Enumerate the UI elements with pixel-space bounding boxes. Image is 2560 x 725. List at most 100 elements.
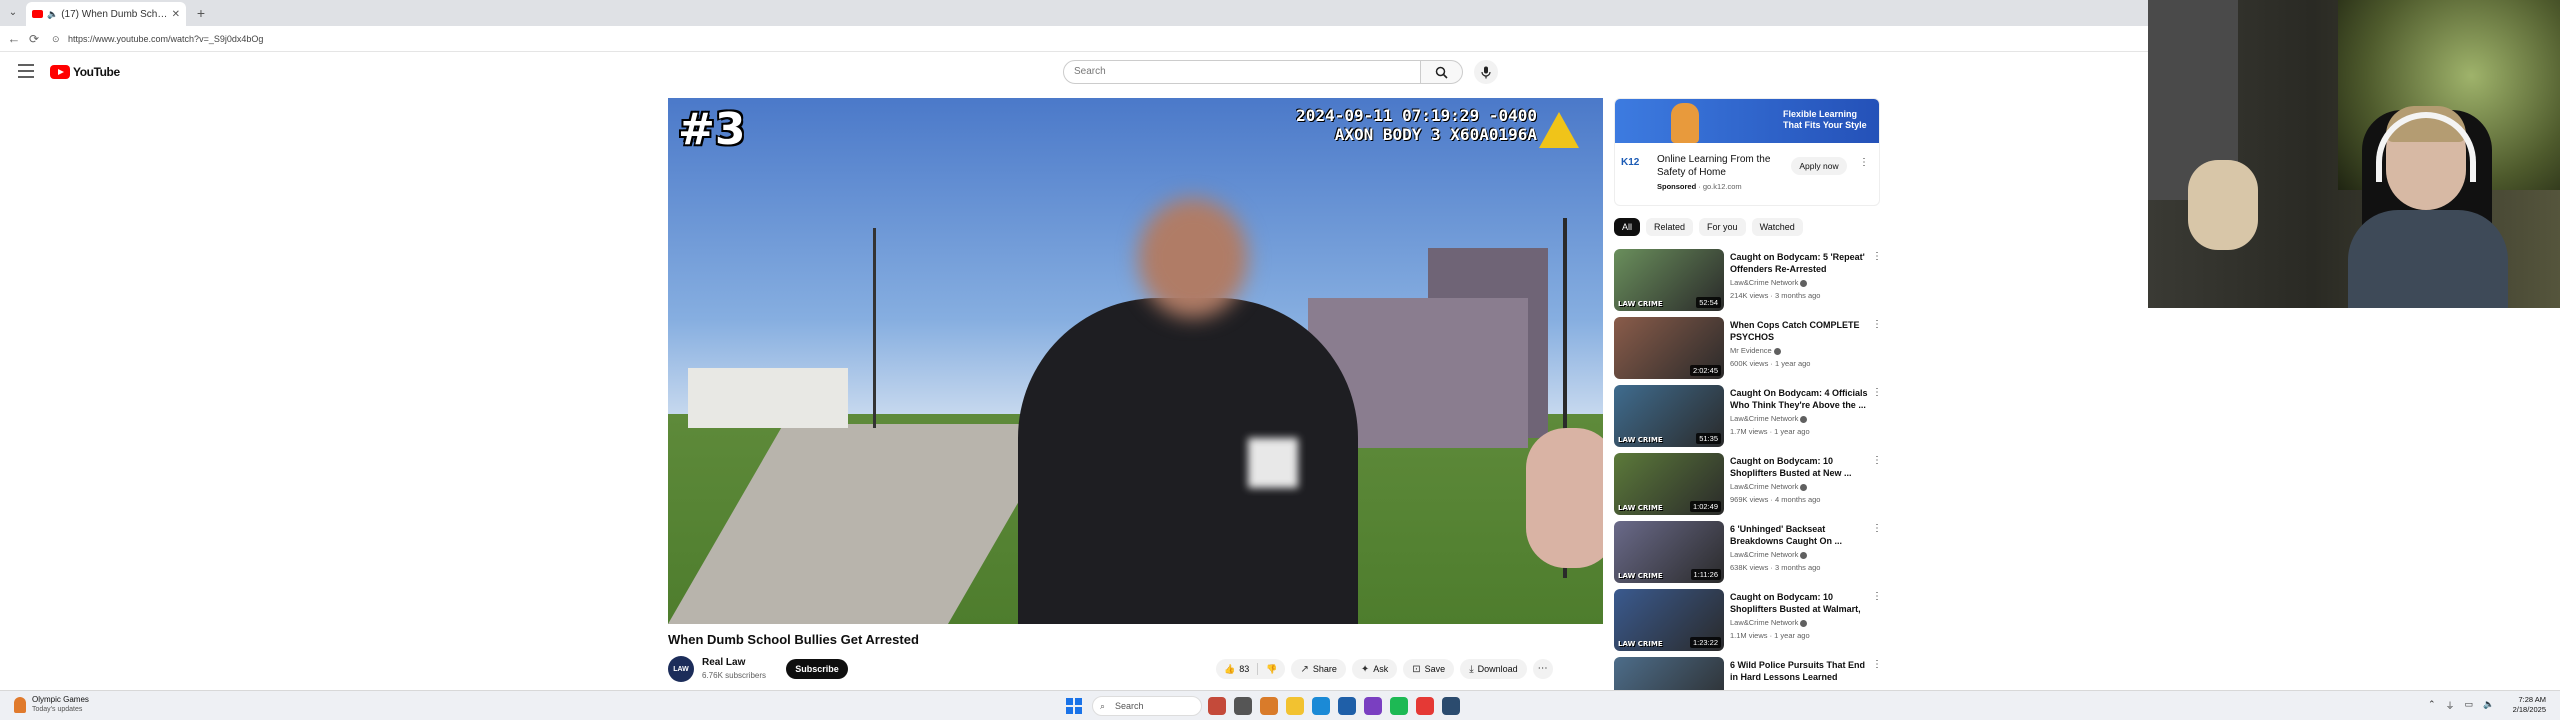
- spotify-icon[interactable]: [1390, 697, 1408, 715]
- ad-apply-button[interactable]: Apply now: [1791, 157, 1847, 175]
- channel-avatar[interactable]: LAW: [668, 656, 694, 682]
- subscribe-button[interactable]: Subscribe: [786, 659, 848, 679]
- like-button[interactable]: 👍 83: [1216, 659, 1257, 679]
- browser-tabstrip: ⌄ 🔈 (17) When Dumb School Bullies ✕ +: [0, 0, 2148, 26]
- thumbs-up-icon: 👍: [1224, 663, 1236, 674]
- show-hidden-icons-chevron-icon[interactable]: ⌃: [2428, 699, 2436, 712]
- more-options-icon[interactable]: ⋮: [1872, 591, 1882, 602]
- more-options-icon[interactable]: ⋮: [1872, 523, 1882, 534]
- close-tab-icon[interactable]: ✕: [172, 9, 180, 20]
- video-thumbnail[interactable]: LAW CRIME 1:02:49: [1614, 453, 1724, 515]
- volume-icon[interactable]: 🔈: [2483, 699, 2494, 712]
- recommendation-title[interactable]: Caught on Bodycam: 5 'Repeat' Offenders …: [1730, 251, 1868, 275]
- ad-sponsored-label: Sponsored: [1657, 182, 1697, 191]
- file-explorer-icon[interactable]: [1286, 697, 1304, 715]
- recommendation-channel[interactable]: Law&Crime Network: [1730, 550, 1808, 559]
- recommendation-title[interactable]: 6 'Unhinged' Backseat Breakdowns Caught …: [1730, 523, 1868, 547]
- share-button[interactable]: ↗ Share: [1291, 659, 1346, 679]
- voice-search-button[interactable]: [1474, 60, 1498, 84]
- news-app-icon[interactable]: [1208, 697, 1226, 715]
- taskbar-clock[interactable]: 7:28 AM 2/18/2025: [2502, 695, 2546, 715]
- steam-icon[interactable]: [1442, 697, 1460, 715]
- thumbnail-channel-label: LAW CRIME: [1618, 640, 1663, 648]
- recommendation-channel[interactable]: Law&Crime Network: [1730, 618, 1808, 627]
- more-options-icon[interactable]: ⋮: [1872, 455, 1882, 466]
- more-actions-icon[interactable]: ⋯: [1532, 659, 1553, 679]
- ad-mascot-image: [1671, 103, 1699, 143]
- hamburger-menu-icon[interactable]: [18, 64, 34, 78]
- youtube-wordmark: YouTube: [73, 65, 120, 79]
- reload-icon[interactable]: ⟳: [26, 31, 42, 47]
- recommendation-item[interactable]: 2:02:45 When Cops Catch COMPLETE PSYCHOS…: [1614, 317, 1890, 385]
- recommendation-title[interactable]: Caught on Bodycam: 10 Shoplifters Busted…: [1730, 455, 1868, 479]
- recommendation-title[interactable]: When Cops Catch COMPLETE PSYCHOS: [1730, 319, 1868, 343]
- video-thumbnail[interactable]: LAW CRIME 1:11:26: [1614, 521, 1724, 583]
- network-icon[interactable]: ▭: [2465, 699, 2474, 712]
- chip-all[interactable]: All: [1614, 218, 1641, 236]
- ad-more-icon[interactable]: ⋮: [1859, 157, 1869, 168]
- recommendation-channel[interactable]: Mr Evidence: [1730, 346, 1781, 355]
- widgets-button[interactable]: Olympic Games Today's updates: [14, 695, 89, 715]
- widgets-headline: Olympic Games: [32, 695, 89, 704]
- video-player[interactable]: #3 2024-09-11 07:19:29 -0400 AXON BODY 3…: [668, 98, 1603, 624]
- new-tab-button[interactable]: +: [192, 4, 210, 22]
- taskbar-search-box[interactable]: ⌕ Search: [1092, 696, 1202, 716]
- sparkle-icon: ✦: [1360, 663, 1370, 675]
- taskbar-search-label: Search: [1115, 701, 1144, 711]
- recommendation-title[interactable]: Caught On Bodycam: 4 Officials Who Think…: [1730, 387, 1868, 411]
- ask-button[interactable]: ✦ Ask: [1351, 659, 1398, 679]
- site-info-icon[interactable]: ⊙: [52, 30, 60, 48]
- more-options-icon[interactable]: ⋮: [1872, 387, 1882, 398]
- more-options-icon[interactable]: ⋮: [1872, 659, 1882, 670]
- search-button[interactable]: [1421, 60, 1463, 84]
- video-frame-light-pole: [873, 228, 876, 428]
- recommendation-item[interactable]: LAW CRIME 1:11:26 6 'Unhinged' Backseat B…: [1614, 521, 1890, 589]
- recommendation-item[interactable]: LAW CRIME 52:54 Caught on Bodycam: 5 'Rep…: [1614, 249, 1890, 317]
- more-options-icon[interactable]: ⋮: [1872, 319, 1882, 330]
- tab-list-button[interactable]: ⌄: [4, 4, 22, 22]
- recommendation-title[interactable]: Caught on Bodycam: 10 Shoplifters Busted…: [1730, 591, 1868, 615]
- task-view-icon[interactable]: [1234, 697, 1252, 715]
- chip-for-you[interactable]: For you: [1699, 218, 1746, 236]
- colorful-app-icon[interactable]: [1260, 697, 1278, 715]
- recommendation-meta: 638K views · 3 months ago: [1730, 563, 1821, 572]
- video-duration: 1:11:26: [1690, 569, 1721, 580]
- chip-watched[interactable]: Watched: [1751, 218, 1803, 236]
- audio-playing-icon[interactable]: 🔈: [47, 9, 58, 20]
- video-thumbnail[interactable]: LAW CRIME 52:54: [1614, 249, 1724, 311]
- dislike-button[interactable]: 👎: [1258, 659, 1285, 679]
- recommendation-item[interactable]: LAW CRIME 1:23:22 Caught on Bodycam: 10 S…: [1614, 589, 1890, 657]
- channel-name[interactable]: Real Law: [702, 657, 745, 668]
- recommendation-title[interactable]: 6 Wild Police Pursuits That End in Hard …: [1730, 659, 1868, 683]
- chip-related[interactable]: Related: [1646, 218, 1694, 236]
- ad-title[interactable]: Online Learning From the Safety of Home: [1657, 153, 1777, 179]
- usb-icon[interactable]: ⏚: [2446, 699, 2455, 712]
- address-bar[interactable]: ⊙ https://www.youtube.com/watch?v=_S9j0d…: [48, 30, 2088, 48]
- thumbnail-channel-label: LAW CRIME: [1618, 436, 1663, 444]
- sponsored-ad-card[interactable]: Flexible Learning That Fits Your Style K…: [1614, 98, 1880, 206]
- ad-banner-image[interactable]: Flexible Learning That Fits Your Style: [1615, 99, 1879, 143]
- windows-start-icon[interactable]: [1066, 698, 1082, 714]
- download-button[interactable]: ⤓ Download: [1460, 659, 1527, 679]
- video-thumbnail[interactable]: LAW CRIME 51:35: [1614, 385, 1724, 447]
- more-options-icon[interactable]: ⋮: [1872, 251, 1882, 262]
- video-thumbnail[interactable]: LAW CRIME 1:23:22: [1614, 589, 1724, 651]
- search-input[interactable]: Search: [1063, 60, 1421, 84]
- store-app-icon[interactable]: [1338, 697, 1356, 715]
- edge-browser-icon[interactable]: [1312, 697, 1330, 715]
- recommendation-item[interactable]: LAW CRIME 1:02:49 Caught on Bodycam: 10 S…: [1614, 453, 1890, 521]
- save-label: Save: [1424, 664, 1446, 674]
- recommendation-channel[interactable]: Law&Crime Network: [1730, 414, 1808, 423]
- recommendation-item[interactable]: LAW CRIME 51:35 Caught On Bodycam: 4 Offi…: [1614, 385, 1890, 453]
- recommendation-meta: 969K views · 4 months ago: [1730, 495, 1821, 504]
- recommendation-channel[interactable]: Law&Crime Network: [1730, 482, 1808, 491]
- channel-name-text: Mr Evidence: [1730, 346, 1772, 355]
- save-button[interactable]: ⊡ Save: [1403, 659, 1455, 679]
- recommendation-channel[interactable]: Law&Crime Network: [1730, 278, 1808, 287]
- youtube-logo[interactable]: YouTube: [50, 64, 120, 80]
- browser-tab-active[interactable]: 🔈 (17) When Dumb School Bullies ✕: [26, 2, 186, 26]
- chrome-icon[interactable]: [1416, 697, 1434, 715]
- back-arrow-icon[interactable]: ←: [6, 31, 22, 47]
- discord-icon[interactable]: [1364, 697, 1382, 715]
- video-thumbnail[interactable]: 2:02:45: [1614, 317, 1724, 379]
